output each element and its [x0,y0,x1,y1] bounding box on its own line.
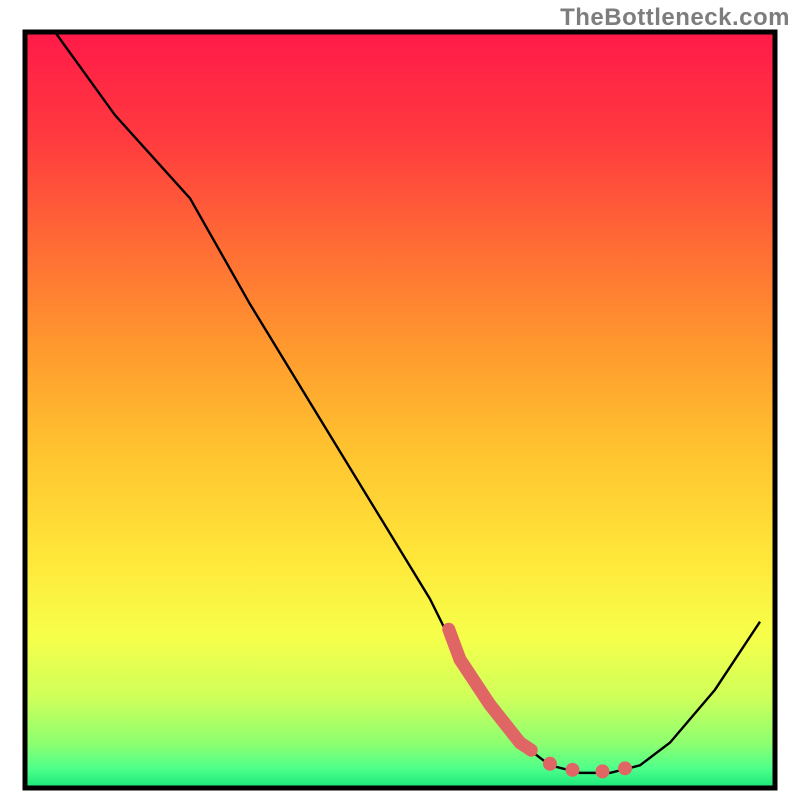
highlight-dot [543,757,557,771]
bottleneck-plot [0,0,800,800]
highlight-dot [618,761,632,775]
highlight-dot [566,763,580,777]
chart-stage: TheBottleneck.com [0,0,800,800]
highlight-dot [596,764,610,778]
